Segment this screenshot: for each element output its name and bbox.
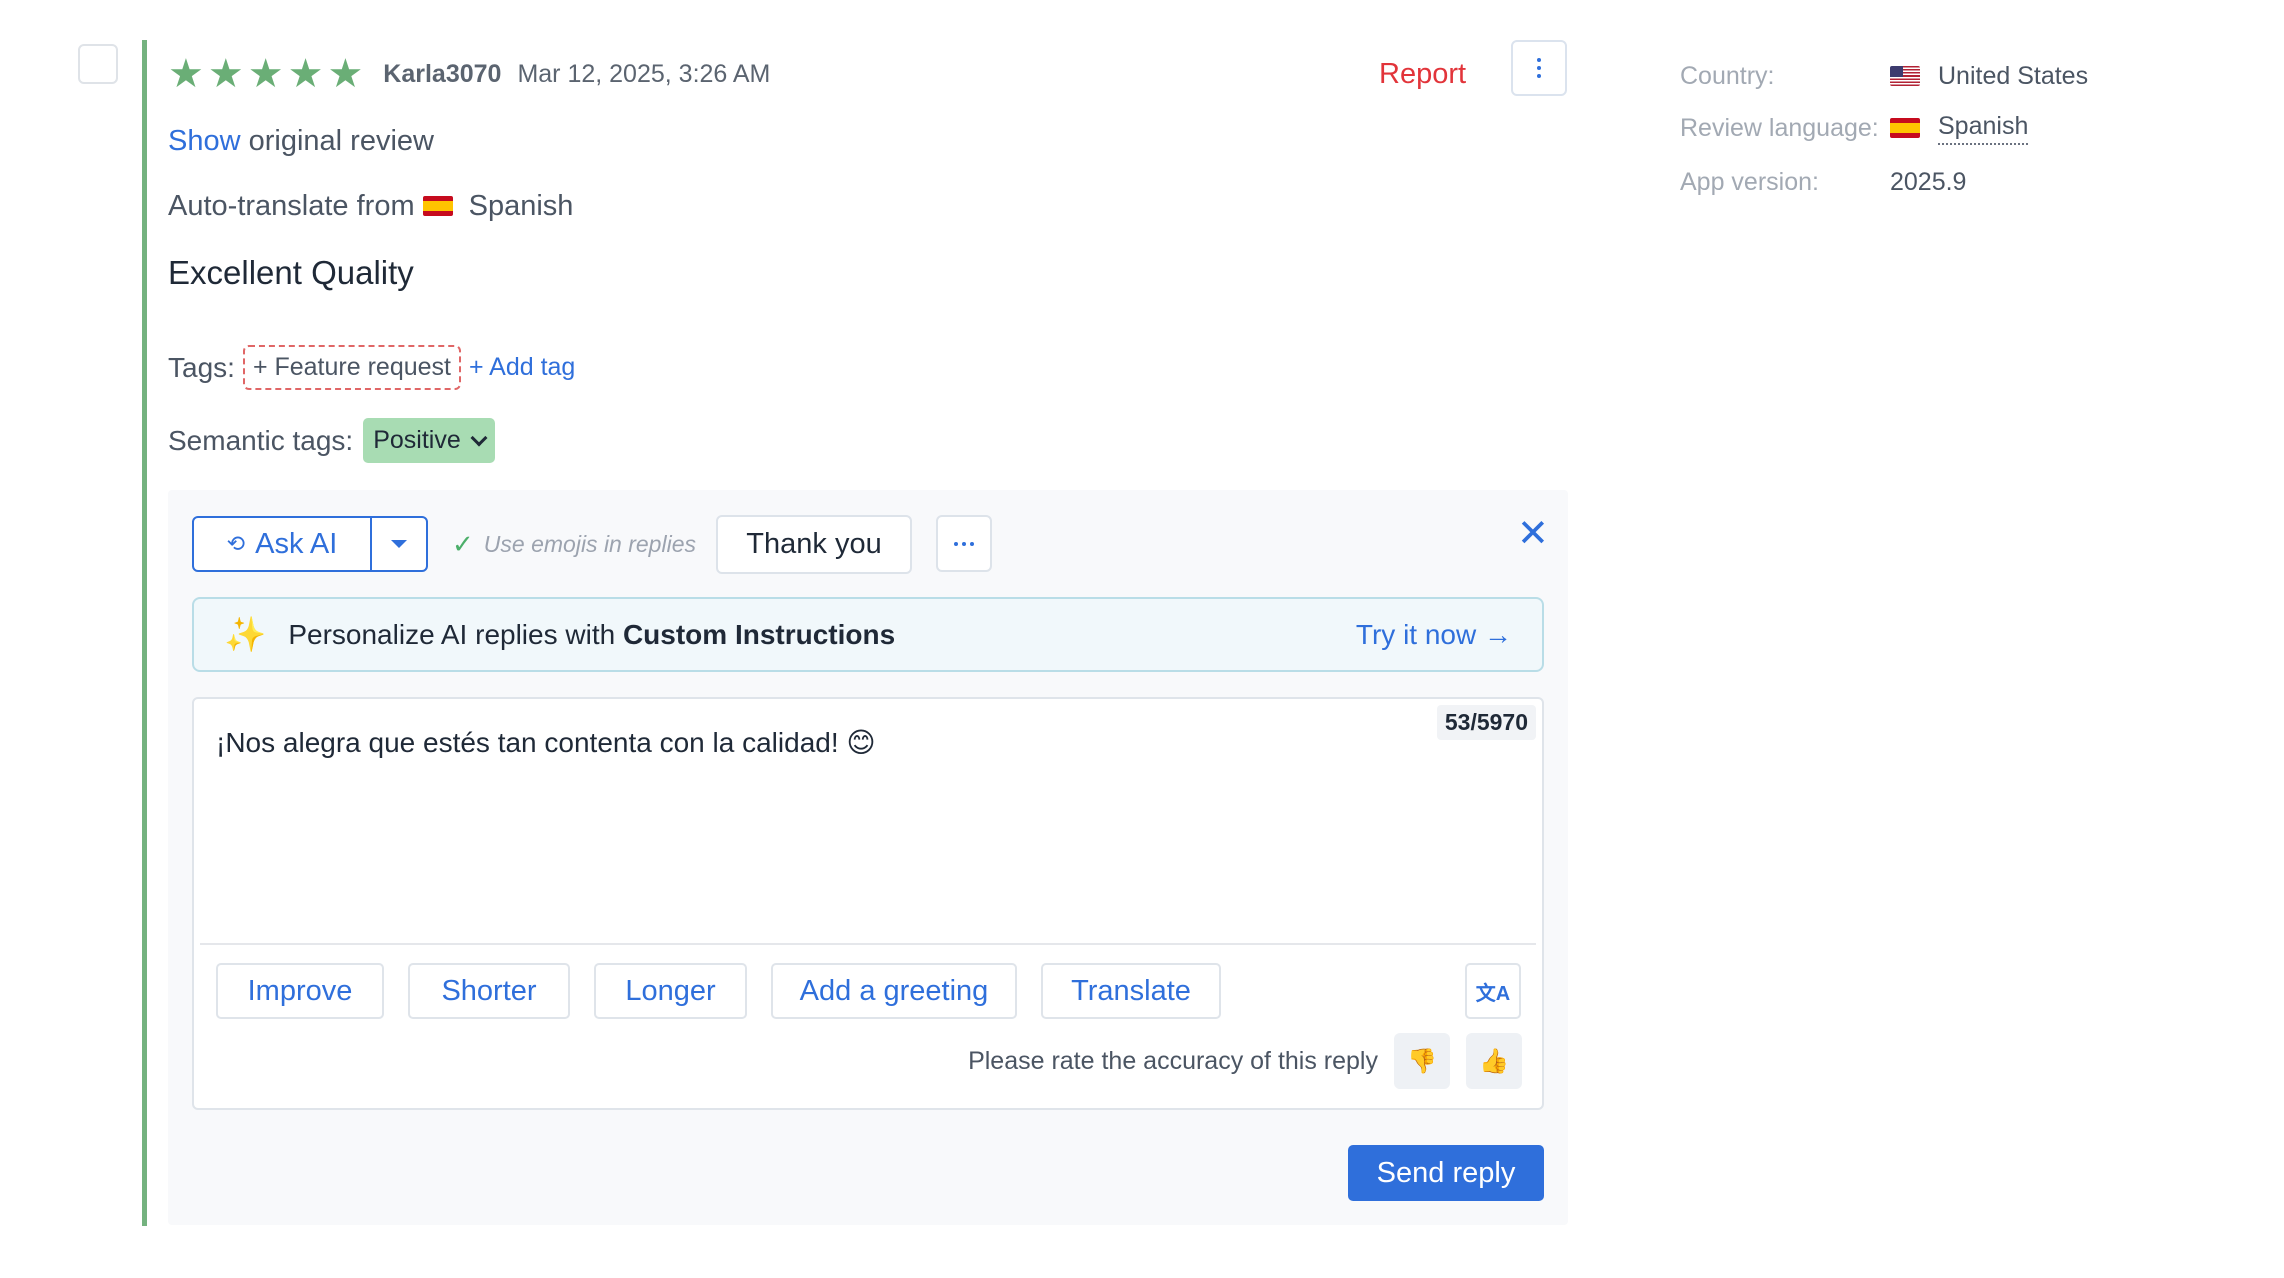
spain-flag-icon	[422, 196, 453, 216]
review-select-checkbox[interactable]	[78, 44, 118, 84]
show-original-link[interactable]: Show	[168, 125, 241, 157]
tags-label: Tags:	[168, 351, 235, 383]
more-templates-button[interactable]	[936, 515, 992, 572]
country-label: Country:	[1680, 61, 1775, 90]
promo-text: Personalize AI replies with Custom Instr…	[288, 618, 896, 650]
suggested-tag-feature-request[interactable]: + Feature request	[242, 345, 461, 390]
thumbs-up-icon[interactable]: 👍	[1466, 1033, 1522, 1089]
chevron-down-icon	[470, 429, 488, 446]
ask-ai-dropdown-button[interactable]	[372, 518, 426, 570]
source-language: Spanish	[468, 190, 574, 222]
reply-editor[interactable]: 53/5970 ¡Nos alegra que estés tan conten…	[192, 697, 1544, 1110]
send-reply-button[interactable]: Send reply	[1348, 1145, 1544, 1201]
review-language-value: Spanish	[1890, 112, 2029, 145]
more-options-button[interactable]	[1511, 40, 1567, 96]
review-title: Excellent Quality	[168, 254, 414, 291]
report-button[interactable]: Report	[1379, 48, 1466, 100]
thumbs-down-icon[interactable]: 👎	[1394, 1033, 1450, 1089]
add-tag-link[interactable]: + Add tag	[469, 353, 575, 382]
semantic-tags-label: Semantic tags:	[168, 424, 354, 456]
use-emojis-toggle[interactable]: ✓ Use emojis in replies	[452, 516, 696, 572]
star-icon: ★	[247, 51, 284, 97]
editor-divider	[200, 943, 1536, 945]
use-emojis-label: Use emojis in replies	[483, 530, 696, 557]
longer-button[interactable]: Longer	[594, 963, 747, 1019]
rate-accuracy-label: Please rate the accuracy of this reply	[968, 1046, 1378, 1075]
ask-ai-label: Ask AI	[255, 527, 338, 560]
show-original-text: original review	[248, 125, 434, 157]
auto-translate-row: Auto-translate from Spanish	[168, 185, 573, 227]
close-icon[interactable]: ✕	[1517, 510, 1549, 558]
semantic-tags-row: Semantic tags: Positive	[168, 418, 495, 463]
app-version-value: 2025.9	[1890, 167, 1967, 196]
star-icon: ★	[287, 51, 324, 97]
character-counter: 53/5970	[1436, 705, 1536, 740]
sparkle-icon: ✨	[224, 614, 267, 655]
reply-panel: ⟲ Ask AI ✓ Use emojis in replies Thank y…	[168, 490, 1568, 1225]
kebab-menu-icon	[1537, 58, 1541, 78]
caret-down-icon	[391, 540, 407, 548]
translate-button[interactable]: Translate	[1041, 963, 1221, 1019]
star-icon: ★	[168, 51, 204, 97]
app-version-label: App version:	[1680, 167, 1819, 196]
ai-refresh-icon: ⟲	[226, 531, 246, 556]
star-rating: ★ ★ ★ ★ ★	[168, 54, 363, 94]
translate-icon[interactable]: 文A	[1465, 963, 1521, 1019]
promo-bold: Custom Instructions	[622, 618, 896, 650]
review-meta: ★ ★ ★ ★ ★ Karla3070 Mar 12, 2025, 3:26 A…	[168, 48, 770, 100]
custom-instructions-banner: ✨ Personalize AI replies with Custom Ins…	[192, 597, 1544, 672]
ask-ai-button-group: ⟲ Ask AI	[192, 516, 428, 572]
star-icon: ★	[327, 51, 364, 97]
show-original-row: Show original review	[168, 120, 434, 162]
improve-button[interactable]: Improve	[216, 963, 384, 1019]
star-icon: ★	[207, 51, 244, 97]
more-horizontal-icon	[954, 541, 974, 546]
shorter-button[interactable]: Shorter	[408, 963, 570, 1019]
country-value: United States	[1890, 62, 2088, 91]
tags-row: Tags: + Feature request + Add tag	[168, 345, 575, 390]
semantic-tag-value: Positive	[373, 426, 461, 454]
spain-flag-icon	[1890, 118, 1920, 138]
try-it-now-link[interactable]: Try it now →	[1356, 619, 1512, 651]
check-icon: ✓	[452, 528, 474, 559]
review-date: Mar 12, 2025, 3:26 AM	[517, 59, 771, 88]
thank-you-template-button[interactable]: Thank you	[716, 515, 912, 574]
ask-ai-button[interactable]: ⟲ Ask AI	[194, 518, 372, 570]
review-accent-line	[142, 40, 147, 1226]
rate-accuracy-row: Please rate the accuracy of this reply 👎…	[968, 1033, 1522, 1089]
review-language-label: Review language:	[1680, 113, 1879, 142]
semantic-tag-dropdown[interactable]: Positive	[363, 418, 495, 463]
reply-text[interactable]: ¡Nos alegra que estés tan contenta con l…	[216, 723, 876, 763]
add-greeting-button[interactable]: Add a greeting	[771, 963, 1017, 1019]
review-author: Karla3070	[383, 59, 502, 88]
us-flag-icon	[1890, 66, 1920, 86]
auto-translate-label: Auto-translate from	[168, 190, 415, 222]
